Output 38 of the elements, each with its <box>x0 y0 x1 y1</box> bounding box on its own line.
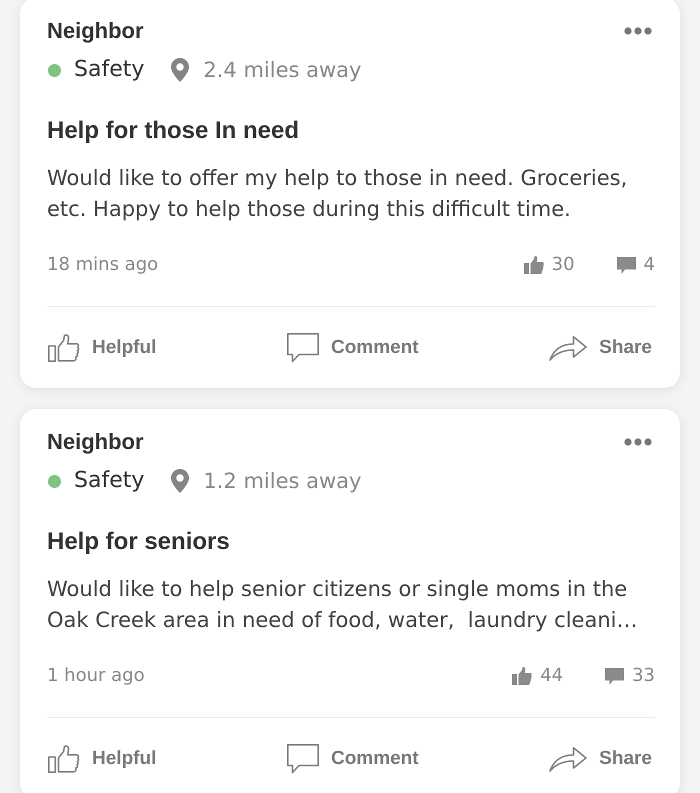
helpful-button[interactable]: Helpful <box>48 742 156 776</box>
speech-bubble-icon <box>286 333 319 363</box>
helpful-count: 30 <box>552 253 575 277</box>
more-icon[interactable] <box>624 438 652 446</box>
share-button[interactable]: Share <box>549 331 652 365</box>
location-pin-icon <box>171 469 190 493</box>
thumbs-up-icon <box>48 745 80 773</box>
location-pin-icon <box>171 58 190 82</box>
post-title: Help for those In need <box>47 116 300 146</box>
share-button[interactable]: Share <box>549 742 652 776</box>
thumbs-up-icon <box>512 667 532 685</box>
comment-button[interactable]: Comment <box>286 331 419 365</box>
post-time: 18 mins ago <box>47 253 158 277</box>
post-title: Help for seniors <box>47 527 231 557</box>
status-dot-icon <box>48 64 61 76</box>
more-icon[interactable] <box>624 27 652 35</box>
helpful-button[interactable]: Helpful <box>48 331 156 365</box>
comment-count: 33 <box>632 664 655 688</box>
author-name: Neighbor <box>47 17 144 45</box>
category-label: Safety <box>74 467 144 495</box>
distance-label: 2.4 miles away <box>203 57 362 84</box>
post-body: Would like to offer my help to those in need. Groceries, etc. Happy to help those during this difficult time. <box>47 165 628 223</box>
thumbs-up-icon <box>48 334 80 362</box>
helpful-count: 44 <box>540 664 564 688</box>
comment-button[interactable]: Comment <box>286 742 419 776</box>
distance-label: 1.2 miles away <box>203 468 362 495</box>
post-time: 1 hour ago <box>47 664 145 688</box>
share-arrow-icon <box>549 746 588 772</box>
speech-bubble-icon <box>605 668 624 684</box>
post-body: Would like to help senior citizens or single moms in the Oak Creek area in need of food, water, laundry cleani… <box>47 576 638 634</box>
status-dot-icon <box>48 474 61 488</box>
share-arrow-icon <box>549 335 588 361</box>
thumbs-up-icon <box>524 256 544 274</box>
speech-bubble-icon <box>286 744 319 774</box>
category-label: Safety <box>74 56 144 84</box>
comment-count: 4 <box>644 253 655 277</box>
author-name: Neighbor <box>47 428 144 456</box>
speech-bubble-icon <box>616 256 636 274</box>
